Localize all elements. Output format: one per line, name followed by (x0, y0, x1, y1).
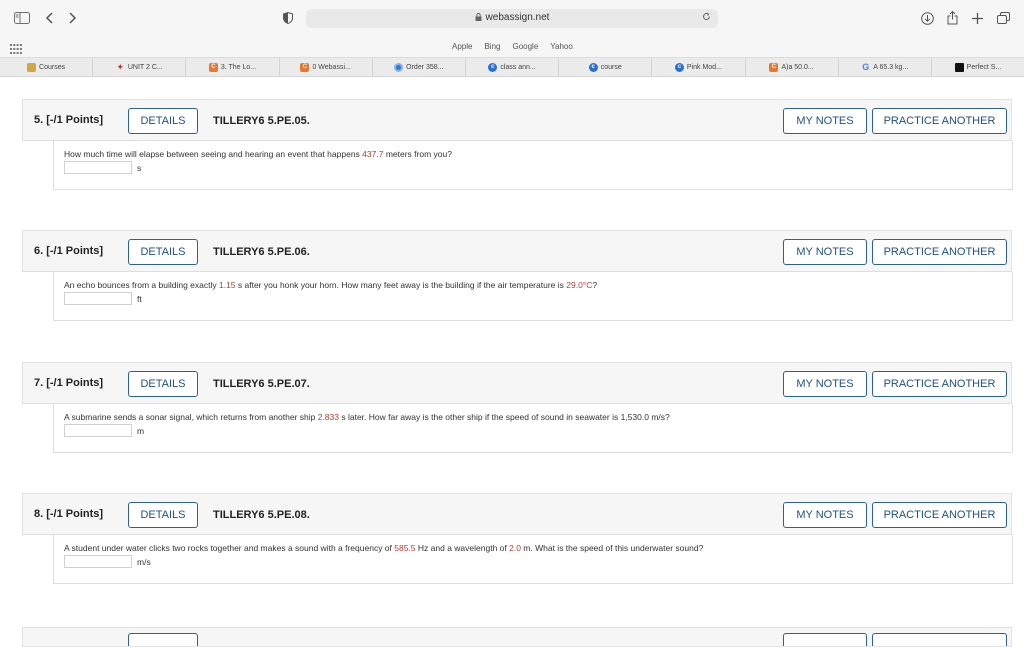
answer-input[interactable] (64, 424, 132, 437)
question-code: TILLERY6 5.PE.08. (213, 509, 310, 521)
my-notes-button[interactable] (783, 633, 867, 646)
question-text: An echo bounces from a building exactly … (64, 280, 598, 290)
orange-c-icon: C (300, 62, 310, 72)
download-icon[interactable] (919, 8, 935, 28)
question-header: 5. [-/1 Points] DETAILS TILLERY6 5.PE.05… (22, 99, 1012, 141)
details-button[interactable]: DETAILS (128, 108, 198, 134)
favorites-bar: Apple Bing Google Yahoo (0, 36, 1024, 57)
tab-a-50[interactable]: C A)a 50.0... (746, 58, 839, 76)
answer-input[interactable] (64, 555, 132, 568)
question-text: A student under water clicks two rocks t… (64, 543, 704, 553)
answer-unit: m/s (137, 557, 151, 567)
blue-c-icon: c (588, 62, 598, 72)
tab-bar: Courses ✦ UNIT 2 C... C 3. The Lo... C0 We… (0, 57, 1024, 77)
black-square-icon (954, 62, 964, 72)
question-body: A submarine sends a sonar signal, which … (53, 404, 1013, 453)
forward-icon[interactable] (66, 8, 80, 28)
favorite-bing[interactable]: Bing (484, 42, 500, 51)
assignment-page: 5. [-/1 Points] DETAILS TILLERY6 5.PE.05… (0, 78, 1024, 647)
question-number: 6. [-/1 Points] (34, 245, 104, 257)
tab-overview-icon[interactable] (996, 8, 1010, 28)
blue-c-icon: c (674, 62, 684, 72)
folder-icon (27, 62, 37, 72)
question-header: 8. [-/1 Points] DETAILS TILLERY6 5.PE.08… (22, 493, 1012, 535)
google-icon: G (862, 62, 870, 72)
lock-icon (475, 13, 482, 21)
question-body: A student under water clicks two rocks t… (53, 535, 1013, 584)
tab-class-ann[interactable]: c class ann... (466, 58, 560, 76)
question-code: TILLERY6 5.PE.06. (213, 246, 310, 258)
orange-c-icon: C (769, 62, 779, 72)
back-icon[interactable] (42, 8, 56, 28)
privacy-shield-icon[interactable] (281, 8, 295, 28)
address-bar[interactable]: webassign.net (306, 9, 718, 28)
practice-another-button[interactable]: PRACTICE ANOTHER (872, 371, 1007, 397)
tab-perfect[interactable]: Perfect S... (932, 58, 1024, 76)
tab-courses[interactable]: Courses (0, 58, 94, 76)
red-logo-icon: ✦ (116, 61, 125, 72)
blue-circle-icon (394, 62, 404, 72)
practice-another-button[interactable]: PRACTICE ANOTHER (872, 502, 1007, 528)
answer-unit: ft (137, 294, 142, 304)
tab-order[interactable]: Order 358... (373, 58, 466, 76)
tab-pink-mod[interactable]: c Pink Mod... (652, 58, 746, 76)
tab-a-65[interactable]: GA 65.3 kg... (839, 58, 932, 76)
blue-c-icon: c (488, 62, 498, 72)
question-number: 8. [-/1 Points] (34, 508, 104, 520)
favorite-apple[interactable]: Apple (452, 42, 472, 51)
url-text: webassign.net (485, 12, 550, 23)
details-button[interactable]: DETAILS (128, 371, 198, 397)
tab-course[interactable]: c course (559, 58, 653, 76)
sidebar-icon[interactable] (12, 8, 32, 28)
question-header: 6. [-/1 Points] DETAILS TILLERY6 5.PE.06… (22, 230, 1012, 272)
my-notes-button[interactable]: MY NOTES (783, 239, 867, 265)
tab-unit-2[interactable]: ✦ UNIT 2 C... (93, 58, 187, 76)
details-button[interactable]: DETAILS (128, 502, 198, 528)
question-text: A submarine sends a sonar signal, which … (64, 412, 670, 422)
favorite-google[interactable]: Google (512, 42, 538, 51)
question-code: TILLERY6 5.PE.05. (213, 115, 310, 127)
new-tab-icon[interactable] (970, 8, 984, 28)
share-icon[interactable] (945, 8, 959, 28)
practice-another-button[interactable] (872, 633, 1007, 646)
favorite-yahoo[interactable]: Yahoo (550, 42, 573, 51)
question-number: 5. [-/1 Points] (34, 114, 104, 126)
my-notes-button[interactable]: MY NOTES (783, 502, 867, 528)
my-notes-button[interactable]: MY NOTES (783, 371, 867, 397)
answer-input[interactable] (64, 161, 132, 174)
details-button[interactable] (128, 633, 198, 646)
answer-input[interactable] (64, 292, 132, 305)
my-notes-button[interactable]: MY NOTES (783, 108, 867, 134)
question-body: An echo bounces from a building exactly … (53, 272, 1013, 321)
orange-c-icon: C (208, 62, 218, 72)
question-number: 7. [-/1 Points] (34, 377, 104, 389)
question-header: 7. [-/1 Points] DETAILS TILLERY6 5.PE.07… (22, 362, 1012, 404)
answer-unit: m (137, 426, 145, 436)
tab-webassign[interactable]: C0 Webassi... (280, 58, 373, 76)
grid-icon[interactable] (10, 41, 22, 54)
answer-unit: s (137, 163, 142, 173)
tab-the-lo[interactable]: C 3. The Lo... (186, 58, 280, 76)
question-header-partial (22, 627, 1012, 647)
reload-icon[interactable] (702, 12, 711, 24)
practice-another-button[interactable]: PRACTICE ANOTHER (872, 108, 1007, 134)
question-body: How much time will elapse between seeing… (53, 141, 1013, 190)
details-button[interactable]: DETAILS (128, 239, 198, 265)
question-code: TILLERY6 5.PE.07. (213, 378, 310, 390)
question-text: How much time will elapse between seeing… (64, 149, 452, 159)
practice-another-button[interactable]: PRACTICE ANOTHER (872, 239, 1007, 265)
browser-toolbar: webassign.net (0, 0, 1024, 36)
